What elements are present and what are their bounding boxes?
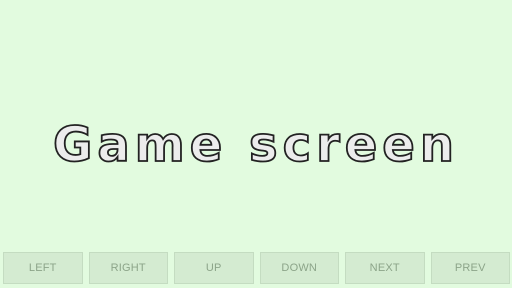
left-button[interactable]: LEFT [3,252,83,284]
next-button[interactable]: NEXT [345,252,425,284]
control-bar: LEFT RIGHT UP DOWN NEXT PREV [3,252,510,284]
down-button[interactable]: DOWN [259,252,339,284]
game-screen-title: Game screen [52,116,460,174]
prev-button[interactable]: PREV [430,252,510,284]
right-button[interactable]: RIGHT [88,252,168,284]
up-button[interactable]: UP [174,252,254,284]
game-screen[interactable]: Game screen [0,0,512,250]
